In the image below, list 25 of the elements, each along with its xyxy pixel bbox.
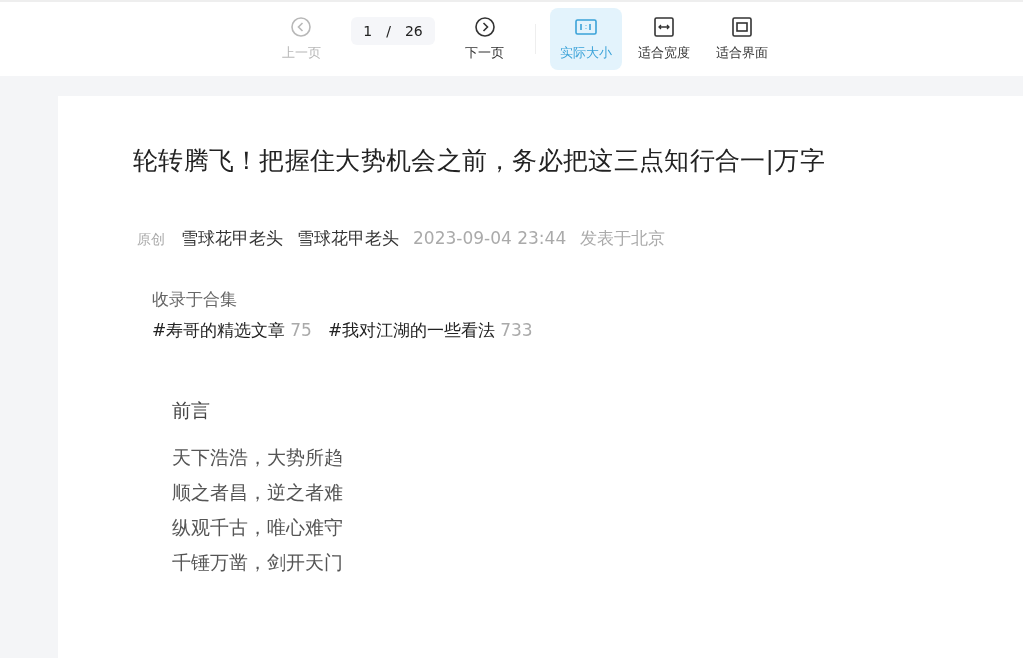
previous-icon bbox=[290, 16, 313, 38]
author-name[interactable]: 雪球花甲老头 bbox=[181, 227, 283, 250]
section-heading: 前言 bbox=[172, 398, 211, 423]
article-title: 轮转腾飞！把握住大势机会之前，务必把这三点知行合一|万字 bbox=[133, 145, 826, 177]
collection-label: 收录于合集 bbox=[152, 288, 238, 311]
body-text-line: 天下浩浩，大势所趋 bbox=[172, 445, 344, 470]
fit-screen-icon bbox=[730, 16, 753, 38]
body-text-line: 顺之者昌，逆之者难 bbox=[172, 480, 344, 505]
body-text-line: 纵观千古，唯心难守 bbox=[172, 515, 344, 540]
page-field[interactable]: 1 / 26 bbox=[351, 17, 435, 45]
toolbar-button[interactable]: 适合宽度 bbox=[627, 8, 700, 70]
toolbar-button[interactable]: 适合界面 bbox=[705, 8, 778, 70]
body-text-line: 千锤万凿，剑开天门 bbox=[172, 550, 344, 575]
original-label: 原创 bbox=[137, 231, 165, 249]
collection-tag[interactable]: #我对江湖的一些看法 bbox=[327, 320, 496, 340]
tag-count: 75 bbox=[290, 320, 312, 340]
fit-width-icon bbox=[652, 16, 675, 38]
toolbar-button[interactable]: 下一页 bbox=[448, 8, 521, 70]
publish-time: 2023-09-04 23:44 bbox=[413, 228, 567, 248]
author-name[interactable]: 雪球花甲老头 bbox=[297, 227, 399, 250]
publish-location: 发表于北京 bbox=[580, 227, 666, 250]
collection-tag[interactable]: #寿哥的精选文章 bbox=[152, 320, 286, 340]
actual-size-icon bbox=[574, 16, 597, 38]
tag-count: 733 bbox=[500, 320, 533, 340]
next-icon bbox=[473, 16, 496, 38]
